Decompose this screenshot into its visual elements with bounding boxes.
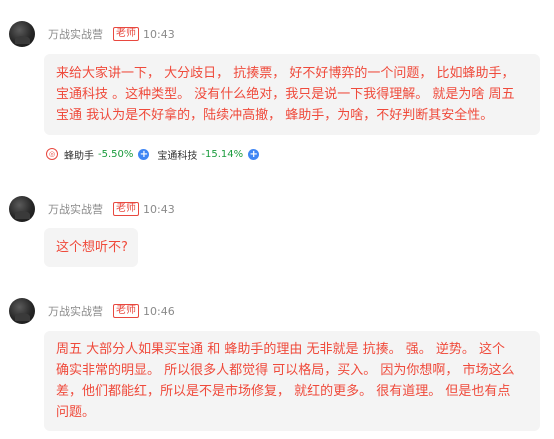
- role-badge: 老师: [113, 202, 139, 216]
- message-line: 来给大家讲一下， 大分歧日， 抗揍票， 好不好博弈的一个问题， 比如蜂助手，: [56, 66, 515, 81]
- add-stock-icon[interactable]: +: [138, 148, 150, 160]
- message-line: 宝通科技 。这种类型。 没有什么绝对，我只是说一下我得理解。 就是为啥 周五: [56, 87, 515, 102]
- stock-logo-icon: ◎: [46, 148, 58, 160]
- message-line: 差，他们都能红，所以是不是市场修复， 就红的更多。 很有道理。 但是也有点: [56, 384, 511, 399]
- stock-name[interactable]: 宝通科技: [157, 147, 197, 162]
- sender-name[interactable]: 万战实战营: [48, 26, 103, 42]
- message-time: 10:43: [143, 27, 175, 41]
- message-line: 确实非常的明显。 所以很多人都觉得 可以格局，买入。 因为你想啊， 市场这么: [56, 363, 515, 378]
- add-stock-icon[interactable]: +: [248, 148, 260, 160]
- message-line: 这个想听不?: [56, 240, 128, 255]
- role-badge: 老师: [113, 304, 139, 318]
- avatar[interactable]: [9, 21, 35, 47]
- stock-name[interactable]: 蜂助手: [64, 147, 94, 162]
- message-bubble: 来给大家讲一下， 大分歧日， 抗揍票， 好不好博弈的一个问题， 比如蜂助手， 宝…: [44, 54, 540, 135]
- message-meta: 万战实战营 老师 10:43: [48, 200, 175, 218]
- message-line: 宝通 我认为是不好拿的，陆续冲高撤， 蜂助手，为啥，不好判断其安全性。: [56, 108, 494, 123]
- sender-name[interactable]: 万战实战营: [48, 303, 103, 319]
- stock-change: -5.50%: [98, 148, 134, 160]
- message-line: 周五 大部分人如果买宝通 和 蜂助手的理由 无非就是 抗揍。 强。 逆势。 这个: [56, 342, 506, 357]
- stock-tag[interactable]: 蜂助手 -5.50% +: [58, 147, 150, 162]
- message-line: 问题。: [56, 405, 96, 420]
- message-meta: 万战实战营 老师 10:43: [48, 25, 175, 43]
- avatar[interactable]: [9, 298, 35, 324]
- message-time: 10:46: [143, 304, 175, 318]
- message-meta: 万战实战营 老师 10:46: [48, 302, 175, 320]
- chat-feed: 万战实战营 老师 10:43 来给大家讲一下， 大分歧日， 抗揍票， 好不好博弈…: [0, 0, 554, 439]
- message-bubble: 周五 大部分人如果买宝通 和 蜂助手的理由 无非就是 抗揍。 强。 逆势。 这个…: [44, 331, 540, 431]
- stock-change: -15.14%: [201, 148, 244, 160]
- role-badge: 老师: [113, 27, 139, 41]
- stock-tags: ◎ 蜂助手 -5.50% + 宝通科技 -15.14% +: [46, 146, 267, 162]
- sender-name[interactable]: 万战实战营: [48, 201, 103, 217]
- message-time: 10:43: [143, 202, 175, 216]
- message-bubble: 这个想听不?: [44, 228, 138, 267]
- avatar[interactable]: [9, 196, 35, 222]
- stock-tag[interactable]: 宝通科技 -15.14% +: [157, 147, 260, 162]
